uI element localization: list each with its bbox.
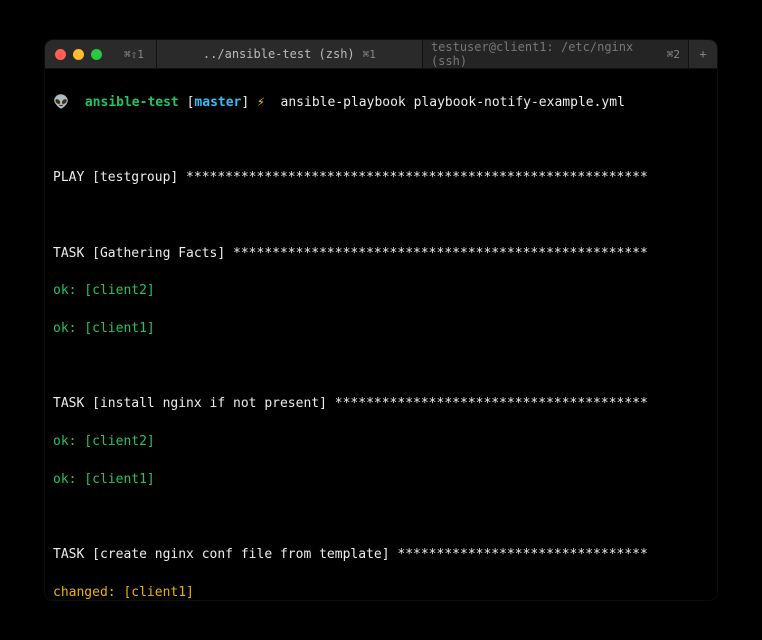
play-header: PLAY [testgroup] ***********************…	[53, 169, 709, 188]
tab-active[interactable]: ../ansible-test (zsh) ⌘1	[156, 40, 422, 68]
bolt-icon: ⚡	[257, 95, 265, 110]
window-hotkey: ⌘⇧1	[112, 40, 156, 68]
task-result: ok: [client2]	[53, 433, 709, 452]
tab-title: ../ansible-test (zsh)	[203, 47, 355, 61]
task-result: changed: [client1]	[53, 584, 709, 600]
tab-hotkey: ⌘1	[363, 48, 376, 61]
task-result: ok: [client1]	[53, 471, 709, 490]
new-tab-button[interactable]: +	[688, 40, 717, 68]
prompt-path: ansible-test	[85, 95, 179, 110]
zoom-icon[interactable]	[91, 49, 102, 60]
minimize-icon[interactable]	[73, 49, 84, 60]
task-header: TASK [install nginx if not present] ****…	[53, 395, 709, 414]
command: ansible-playbook playbook-notify-example…	[281, 95, 625, 110]
tab-hotkey: ⌘2	[667, 48, 680, 61]
task-result: ok: [client1]	[53, 320, 709, 339]
task-header: TASK [Gathering Facts] *****************…	[53, 245, 709, 264]
window-controls	[45, 40, 112, 68]
close-icon[interactable]	[55, 49, 66, 60]
prompt-line: 👽 ansible-test [master] ⚡ ansible-playbo…	[53, 94, 709, 113]
terminal-body[interactable]: 👽 ansible-test [master] ⚡ ansible-playbo…	[45, 69, 717, 600]
tab-inactive[interactable]: testuser@client1: /etc/nginx (ssh) ⌘2	[422, 40, 688, 68]
task-header: TASK [create nginx conf file from templa…	[53, 546, 709, 565]
git-branch: master	[194, 95, 241, 110]
tab-title: testuser@client1: /etc/nginx (ssh)	[431, 40, 659, 68]
task-result: ok: [client2]	[53, 282, 709, 301]
prompt-icon: 👽	[53, 95, 69, 110]
terminal-window: ⌘⇧1 ../ansible-test (zsh) ⌘1 testuser@cl…	[45, 40, 717, 600]
titlebar: ⌘⇧1 ../ansible-test (zsh) ⌘1 testuser@cl…	[45, 40, 717, 69]
